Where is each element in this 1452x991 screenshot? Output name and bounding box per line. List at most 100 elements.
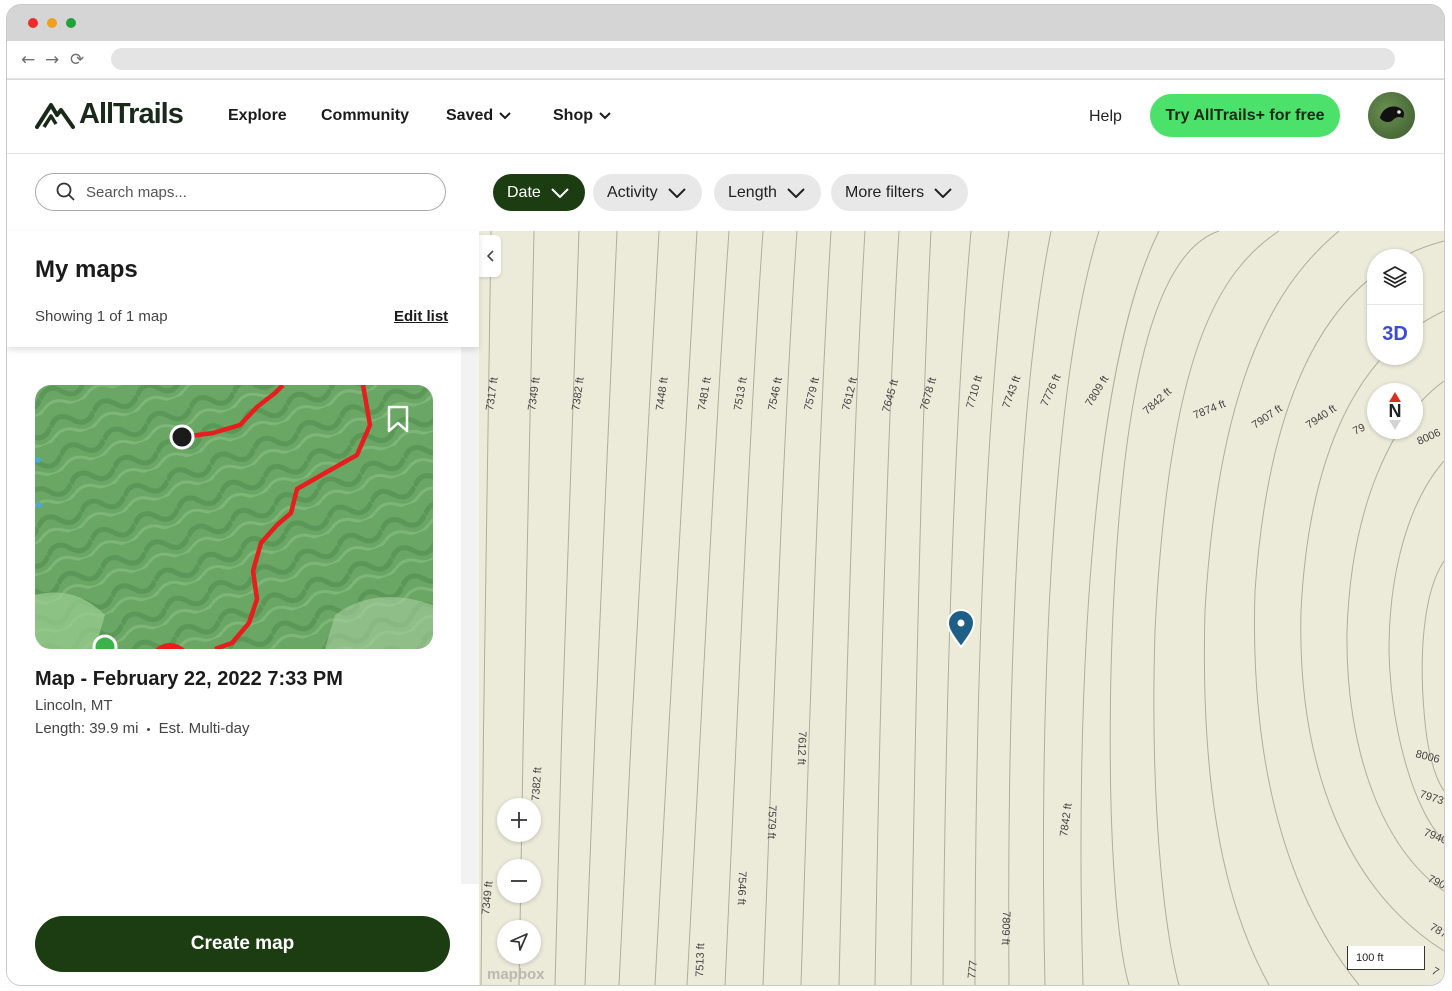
maximize-dot[interactable] — [66, 18, 76, 28]
contour-label: 7513 ft — [732, 376, 750, 411]
location-pin-icon[interactable] — [946, 609, 976, 649]
nav-shop-label: Shop — [553, 107, 593, 124]
search-icon — [56, 182, 75, 201]
contour-label: 7809 ft — [999, 911, 1012, 945]
collapse-sidebar-button[interactable] — [479, 235, 501, 277]
contour-label: 7317 ft — [484, 376, 501, 411]
more-filters-label: More filters — [845, 183, 925, 201]
meta-separator: • — [146, 724, 151, 736]
map-count: Showing 1 of 1 map — [35, 308, 168, 325]
contour-label: 7448 ft — [654, 376, 671, 411]
close-dot[interactable] — [28, 18, 38, 28]
edit-list-link[interactable]: Edit list — [394, 308, 448, 325]
create-map-button[interactable]: Create map — [35, 916, 450, 972]
avatar[interactable] — [1368, 92, 1415, 139]
map-card-thumbnail[interactable] — [35, 385, 433, 649]
contour-label: 7382 ft — [570, 376, 587, 411]
nav-community[interactable]: Community — [321, 107, 409, 125]
more-filters[interactable]: More filters — [831, 174, 969, 211]
reload-icon[interactable]: ⟳ — [70, 50, 84, 70]
contour-label: 7645 ft — [880, 378, 901, 414]
length-filter-label: Length — [728, 183, 777, 201]
contour-label: 790 — [1426, 873, 1444, 892]
date-filter[interactable]: Date — [493, 174, 585, 211]
contour-label: 7842 ft — [1058, 802, 1075, 837]
map-canvas[interactable]: 7317 ft 7349 ft 7382 ft 7448 ft 7481 ft … — [479, 231, 1444, 985]
minus-icon — [511, 880, 527, 882]
navigation-arrow-icon — [510, 933, 528, 951]
zoom-out-button[interactable] — [497, 859, 541, 903]
eagle-avatar-icon — [1380, 106, 1404, 122]
search-box[interactable] — [35, 173, 446, 211]
length-filter[interactable]: Length — [714, 174, 821, 211]
mapbox-attribution[interactable]: mapbox — [487, 966, 545, 983]
contour-label: 7349 ft — [526, 376, 543, 411]
back-icon[interactable]: ← — [21, 50, 35, 70]
chevron-down-icon — [787, 187, 805, 198]
sidebar-footer: Create map — [7, 887, 479, 985]
contour-label: 7546 ft — [735, 871, 748, 905]
minimize-dot[interactable] — [47, 18, 57, 28]
compass-button[interactable]: N — [1367, 383, 1423, 439]
address-bar[interactable] — [111, 48, 1395, 70]
chevron-down-icon — [599, 112, 611, 120]
contour-label: 79 — [1351, 422, 1367, 438]
nav-shop[interactable]: Shop — [553, 107, 611, 125]
map-card-length: Length: 39.9 mi — [35, 720, 139, 737]
contour-label: 8006 — [1414, 748, 1441, 766]
3d-button[interactable]: 3D — [1367, 305, 1423, 363]
compass-south-arrow-icon — [1389, 420, 1401, 430]
nav-saved[interactable]: Saved — [446, 107, 511, 125]
layers-3d-control: 3D — [1367, 249, 1423, 365]
contour-label: 7546 ft — [766, 376, 785, 411]
nav-explore[interactable]: Explore — [228, 107, 287, 125]
contour-label: 7940 ft — [1304, 403, 1339, 432]
logo-text: AllTrails — [79, 98, 184, 130]
contour-label: 7809 ft — [1083, 374, 1111, 409]
page-title: My maps — [35, 256, 138, 283]
activity-filter[interactable]: Activity — [593, 174, 702, 211]
map-card-title[interactable]: Map - February 22, 2022 7:33 PM — [35, 668, 343, 691]
maps-sidebar: My maps Showing 1 of 1 map Edit list Map… — [7, 231, 479, 985]
contour-label: 7382 ft — [530, 767, 544, 801]
filter-bar: Date Activity Length More filters — [7, 155, 1444, 231]
map-thumbnail-image — [35, 385, 433, 649]
contour-label: 7743 ft — [1001, 374, 1024, 410]
alltrails-logo[interactable]: AllTrails — [35, 98, 184, 131]
contour-label: 7513 ft — [694, 943, 707, 977]
contour-label: 7940 — [1422, 827, 1444, 847]
contour-label: 787 — [1428, 921, 1445, 941]
nav-explore-label: Explore — [228, 107, 287, 124]
nav-community-label: Community — [321, 107, 409, 124]
forward-icon[interactable]: → — [45, 50, 59, 70]
help-link[interactable]: Help — [1089, 108, 1122, 126]
contour-label: 8006 — [1415, 427, 1442, 448]
plus-icon — [511, 812, 527, 828]
contour-label: 7973 — [1418, 788, 1444, 807]
date-filter-label: Date — [507, 183, 541, 201]
browser-titlebar — [7, 5, 1444, 41]
compass-north-label: N — [1388, 401, 1402, 421]
sidebar-scrollbar[interactable] — [461, 347, 479, 884]
contour-label: 7842 ft — [1141, 386, 1174, 417]
contour-lines: 7317 ft 7349 ft 7382 ft 7448 ft 7481 ft … — [480, 231, 1445, 985]
locate-me-button[interactable] — [497, 920, 541, 964]
browser-toolbar: ← → ⟳ — [7, 41, 1444, 79]
chevron-down-icon — [667, 187, 686, 198]
search-input[interactable] — [86, 183, 416, 201]
map-card-location: Lincoln, MT — [35, 697, 113, 714]
contour-label: 7678 ft — [918, 376, 939, 412]
contour-label: 7579 ft — [802, 376, 822, 412]
zoom-in-button[interactable] — [497, 798, 541, 842]
nav-saved-label: Saved — [446, 107, 494, 124]
contour-label: 7874 ft — [1192, 398, 1228, 422]
map-scale: 100 ft — [1347, 946, 1425, 970]
chevron-down-icon — [499, 112, 511, 120]
contour-label: 7776 ft — [1039, 373, 1064, 409]
contour-label: 7 — [1430, 965, 1441, 978]
page: AllTrails Explore Community Saved Shop H… — [7, 80, 1444, 985]
browser-window: ← → ⟳ AllTrails Explore Community Saved … — [7, 5, 1444, 985]
try-plus-button[interactable]: Try AllTrails+ for free — [1150, 94, 1340, 137]
layers-button[interactable] — [1367, 249, 1423, 305]
chevron-left-icon — [486, 250, 494, 262]
